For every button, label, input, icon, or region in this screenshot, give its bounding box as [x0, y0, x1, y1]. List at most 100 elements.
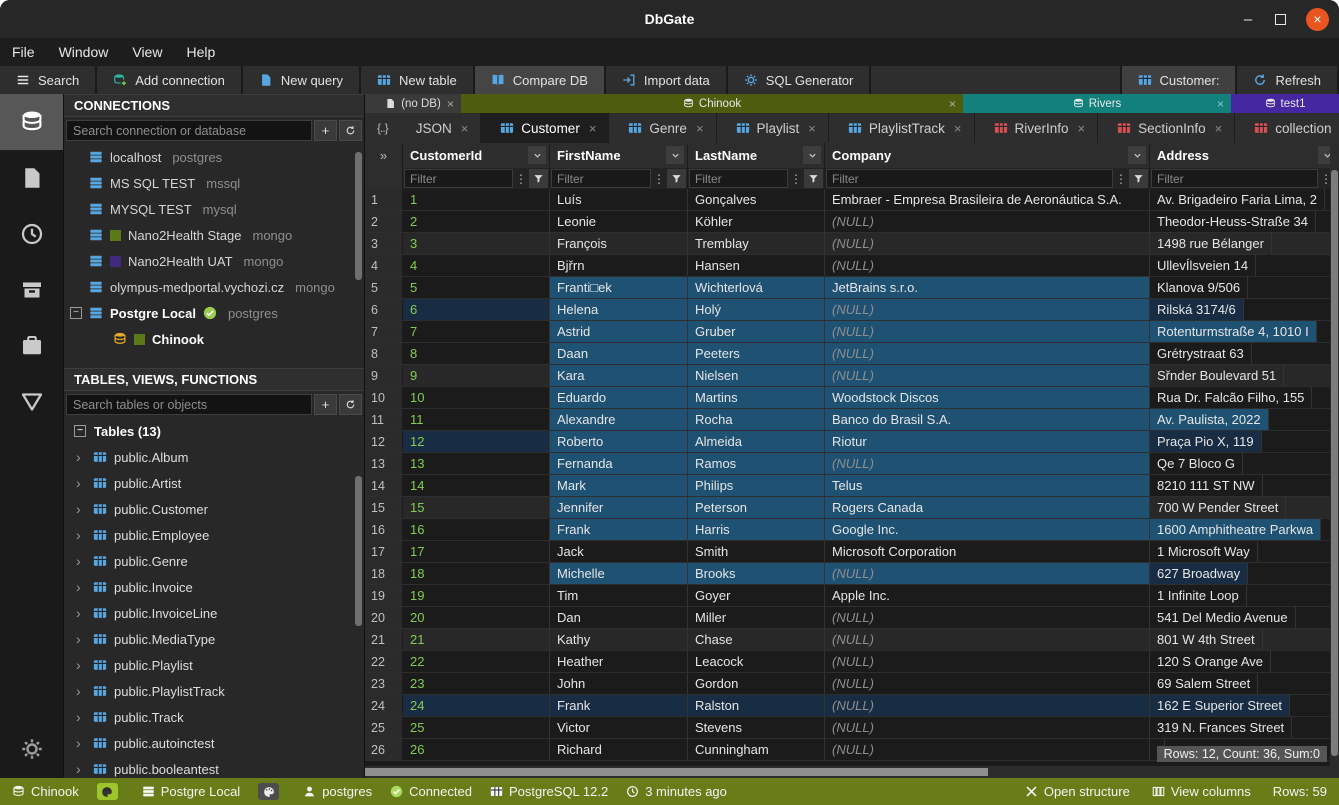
row-number[interactable]: 13	[365, 453, 403, 474]
table-tree-item[interactable]: › public.Track	[64, 704, 364, 730]
close-icon[interactable]: ×	[1217, 97, 1224, 111]
cell-address[interactable]: 627 Broadway	[1150, 563, 1248, 584]
cell-company[interactable]: (NULL)	[825, 563, 1150, 584]
chevron-right-icon[interactable]: ›	[76, 475, 86, 491]
close-icon[interactable]: ×	[696, 121, 704, 136]
cell-address[interactable]: 120 S Orange Ave	[1150, 651, 1271, 672]
cell-firstname[interactable]: John	[550, 673, 688, 694]
status-item[interactable]	[258, 783, 285, 800]
chevron-right-icon[interactable]: ›	[76, 501, 86, 517]
connection-item[interactable]: − Nano2Health UAT mongo	[64, 248, 364, 274]
row-number[interactable]: 23	[365, 673, 403, 694]
column-header[interactable]: Company	[825, 143, 1150, 168]
cell-firstname[interactable]: Eduardo	[550, 387, 688, 408]
row-number[interactable]: 5	[365, 277, 403, 298]
cell-lastname[interactable]: Cunningham	[688, 739, 825, 760]
column-menu-button[interactable]	[803, 146, 821, 164]
cell-firstname[interactable]: Alexandre	[550, 409, 688, 430]
row-number[interactable]: 4	[365, 255, 403, 276]
collapse-box-icon[interactable]: −	[74, 425, 86, 437]
cell-firstname[interactable]: Helena	[550, 299, 688, 320]
cell-customerid[interactable]: 18	[403, 563, 550, 584]
file-tab[interactable]: collection	[1235, 113, 1339, 143]
filter-funnel-button[interactable]	[667, 169, 686, 188]
cell-address[interactable]: 162 E Superior Street	[1150, 695, 1290, 716]
row-number[interactable]: 8	[365, 343, 403, 364]
row-number[interactable]: 7	[365, 321, 403, 342]
cell-company[interactable]: (NULL)	[825, 299, 1150, 320]
filter-funnel-button[interactable]	[529, 169, 548, 188]
table-tree-item[interactable]: › public.PlaylistTrack	[64, 678, 364, 704]
cell-company[interactable]: (NULL)	[825, 695, 1150, 716]
row-number[interactable]: 26	[365, 739, 403, 760]
close-button[interactable]: ×	[1306, 8, 1329, 31]
status-item[interactable]: PostgreSQL 12.2	[490, 784, 608, 799]
chevron-right-icon[interactable]: ›	[76, 631, 86, 647]
filter-menu-button[interactable]: ⋮	[788, 169, 804, 188]
column-menu-button[interactable]	[1128, 146, 1146, 164]
table-tree-item[interactable]: › public.Playlist	[64, 652, 364, 678]
cell-lastname[interactable]: Peeters	[688, 343, 825, 364]
filter-input[interactable]	[551, 169, 651, 188]
table-tree-item[interactable]: › public.Artist	[64, 470, 364, 496]
cell-company[interactable]: (NULL)	[825, 673, 1150, 694]
chevron-right-icon[interactable]: ›	[76, 553, 86, 569]
cell-firstname[interactable]: Kara	[550, 365, 688, 386]
cell-company[interactable]: Woodstock Discos	[825, 387, 1150, 408]
cell-firstname[interactable]: Michelle	[550, 563, 688, 584]
cell-address[interactable]: 1 Microsoft Way	[1150, 541, 1258, 562]
horizontal-scrollbar[interactable]	[365, 766, 1339, 778]
cell-company[interactable]: Microsoft Corporation	[825, 541, 1150, 562]
cell-customerid[interactable]: 26	[403, 739, 550, 760]
cell-company[interactable]: Banco do Brasil S.A.	[825, 409, 1150, 430]
chevron-right-icon[interactable]: ›	[76, 605, 86, 621]
column-menu-button[interactable]	[666, 146, 684, 164]
cell-address[interactable]: Theodor-Heuss-Straße 34	[1150, 211, 1316, 232]
refresh-button[interactable]: Refresh	[1237, 66, 1339, 94]
cell-customerid[interactable]: 6	[403, 299, 550, 320]
cell-lastname[interactable]: Goyer	[688, 585, 825, 606]
chevron-right-icon[interactable]: ›	[76, 579, 86, 595]
filter-input[interactable]	[404, 169, 513, 188]
cell-address[interactable]: Qe 7 Bloco G	[1150, 453, 1243, 474]
close-icon[interactable]: ×	[1078, 121, 1086, 136]
vertical-scrollbar-thumb[interactable]	[1331, 170, 1338, 756]
cell-firstname[interactable]: Bjřrn	[550, 255, 688, 276]
row-number[interactable]: 1	[365, 189, 403, 210]
status-item[interactable]: Open structure	[1025, 784, 1130, 799]
cell-lastname[interactable]: Nielsen	[688, 365, 825, 386]
cell-customerid[interactable]: 1	[403, 189, 550, 210]
cell-address[interactable]: Rua Dr. Falcão Filho, 155	[1150, 387, 1312, 408]
cell-lastname[interactable]: Peterson	[688, 497, 825, 518]
cell-customerid[interactable]: 25	[403, 717, 550, 738]
cell-firstname[interactable]: Luís	[550, 189, 688, 210]
column-header[interactable]: CustomerId	[403, 143, 550, 168]
cell-lastname[interactable]: Philips	[688, 475, 825, 496]
filter-input[interactable]	[1151, 169, 1318, 188]
status-item[interactable]: Chinook	[12, 784, 79, 799]
vertical-scrollbar[interactable]	[1330, 143, 1339, 766]
toolbar-button[interactable]: SQL Generator	[728, 66, 872, 94]
cell-firstname[interactable]: Jennifer	[550, 497, 688, 518]
connections-scrollbar[interactable]	[355, 152, 362, 280]
cell-firstname[interactable]: Leonie	[550, 211, 688, 232]
cell-customerid[interactable]: 7	[403, 321, 550, 342]
row-number[interactable]: 15	[365, 497, 403, 518]
chevron-right-icon[interactable]: ›	[76, 683, 86, 699]
tables-refresh-button[interactable]	[339, 394, 362, 415]
cell-address[interactable]: 1 Infinite Loop	[1150, 585, 1247, 606]
cell-customerid[interactable]: 19	[403, 585, 550, 606]
toolbar-button[interactable]: Compare DB	[475, 66, 606, 94]
file-tab[interactable]: Genre ×	[609, 113, 716, 143]
status-item[interactable]: View columns	[1152, 784, 1251, 799]
close-icon[interactable]: ×	[808, 121, 816, 136]
context-table-button[interactable]: Customer:	[1122, 66, 1238, 94]
close-icon[interactable]: ×	[447, 97, 454, 111]
row-number[interactable]: 25	[365, 717, 403, 738]
rail-item[interactable]	[0, 262, 63, 318]
connection-item[interactable]: − MYSQL TEST mysql	[64, 196, 364, 222]
cell-company[interactable]: (NULL)	[825, 453, 1150, 474]
status-item[interactable]: 3 minutes ago	[626, 784, 727, 799]
minimize-button[interactable]: –	[1241, 11, 1255, 28]
add-connection-plus-button[interactable]: +	[314, 120, 337, 141]
